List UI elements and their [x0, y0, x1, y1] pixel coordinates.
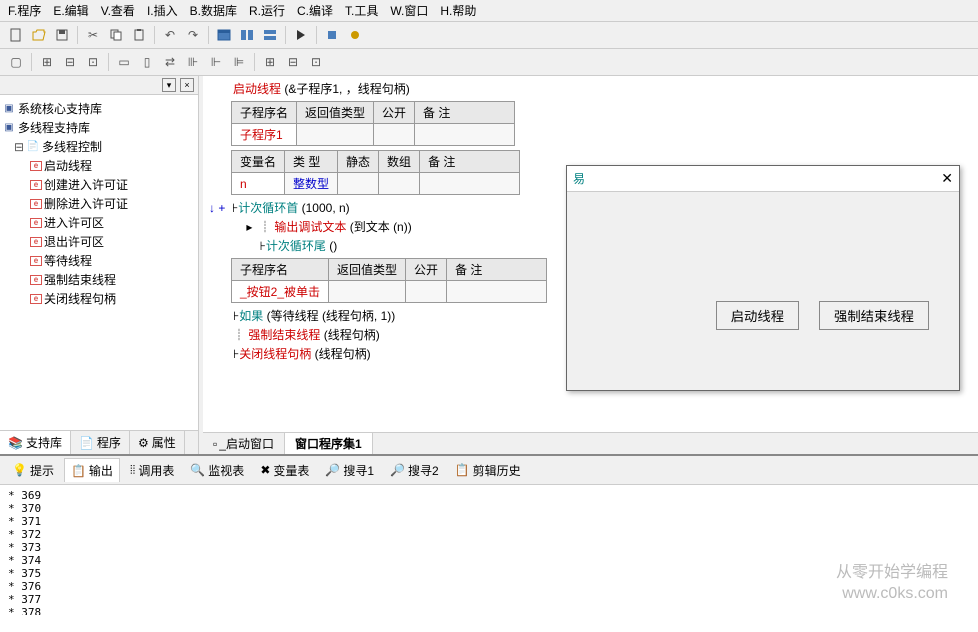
variable-table[interactable]: 变量名类 型静态数组备 注 n整数型 — [231, 150, 520, 195]
preview-body: 启动线程 强制结束线程 — [567, 192, 959, 390]
run-icon[interactable] — [291, 25, 311, 45]
paste-icon[interactable] — [129, 25, 149, 45]
menu-bar: F.程序 E.编辑 V.查看 I.插入 B.数据库 R.运行 C.编译 T.工具… — [0, 0, 978, 22]
tab-search1[interactable]: 🔎搜寻1 — [319, 458, 380, 482]
tab-program[interactable]: 📄程序 — [71, 431, 130, 454]
tree-leaf[interactable]: e创建进入许可证 — [2, 175, 196, 194]
tb2-icon[interactable]: ⊫ — [229, 52, 249, 72]
output-line: * 378 — [8, 606, 970, 615]
tb2-icon[interactable]: ⊞ — [260, 52, 280, 72]
tb2-icon[interactable]: ⇄ — [160, 52, 180, 72]
output-line: * 377 — [8, 593, 970, 606]
window2-icon[interactable] — [237, 25, 257, 45]
tb2-icon[interactable]: ⊪ — [183, 52, 203, 72]
output-body[interactable]: * 369 * 370 * 371 * 372 * 373 * 374 * 37… — [0, 485, 978, 615]
output-line: * 373 — [8, 541, 970, 554]
tb2-icon[interactable]: ⊡ — [83, 52, 103, 72]
menu-view[interactable]: V.查看 — [101, 2, 135, 19]
menu-insert[interactable]: I.插入 — [147, 2, 178, 19]
window3-icon[interactable] — [260, 25, 280, 45]
tree-node[interactable]: ⊟📄多线程控制 — [2, 137, 196, 156]
menu-run[interactable]: R.运行 — [249, 2, 285, 19]
tree-leaf[interactable]: e关闭线程句柄 — [2, 289, 196, 308]
tb2-icon[interactable]: ▢ — [6, 52, 26, 72]
preview-window[interactable]: 易 ✕ 启动线程 强制结束线程 — [566, 165, 960, 391]
output-panel: 💡提示 📋输出 ⦙⦙调用表 🔍监视表 ✖变量表 🔎搜寻1 🔎搜寻2 📋剪辑历史 … — [0, 454, 978, 615]
tree-leaf[interactable]: e删除进入许可证 — [2, 194, 196, 213]
redo-icon[interactable]: ↷ — [183, 25, 203, 45]
menu-window[interactable]: W.窗口 — [390, 2, 428, 19]
main-toolbar: ✂ ↶ ↷ — [0, 22, 978, 49]
output-line: * 370 — [8, 502, 970, 515]
undo-icon[interactable]: ↶ — [160, 25, 180, 45]
start-thread-button[interactable]: 启动线程 — [716, 301, 799, 330]
output-line: * 372 — [8, 528, 970, 541]
output-line: * 375 — [8, 567, 970, 580]
cut-icon[interactable]: ✂ — [83, 25, 103, 45]
menu-tools[interactable]: T.工具 — [345, 2, 378, 19]
tb2-icon[interactable]: ▭ — [114, 52, 134, 72]
tab-search2[interactable]: 🔎搜寻2 — [384, 458, 445, 482]
output-line: * 371 — [8, 515, 970, 528]
stop-icon[interactable] — [322, 25, 342, 45]
menu-compile[interactable]: C.编译 — [297, 2, 333, 19]
menu-database[interactable]: B.数据库 — [190, 2, 237, 19]
menu-help[interactable]: H.帮助 — [440, 2, 476, 19]
preview-titlebar[interactable]: 易 ✕ — [567, 166, 959, 192]
library-tree: ▣系统核心支持库 ▣多线程支持库 ⊟📄多线程控制 e启动线程 e创建进入许可证 … — [0, 95, 198, 430]
panel-dropdown-icon[interactable]: ▾ — [162, 78, 176, 92]
subroutine-table-2[interactable]: 子程序名返回值类型公开备 注 _按钮2_被单击 — [231, 258, 547, 303]
tab-vartable[interactable]: ✖变量表 — [254, 458, 315, 482]
close-icon[interactable]: ✕ — [941, 170, 953, 187]
tab-property[interactable]: ⚙属性 — [130, 431, 185, 454]
tab-clip-history[interactable]: 📋剪辑历史 — [449, 458, 527, 482]
secondary-toolbar: ▢ ⊞ ⊟ ⊡ ▭ ▯ ⇄ ⊪ ⊩ ⊫ ⊞ ⊟ ⊡ — [0, 49, 978, 76]
window1-icon[interactable] — [214, 25, 234, 45]
tab-window-program-set[interactable]: 窗口程序集1 — [285, 433, 373, 454]
menu-edit[interactable]: E.编辑 — [53, 2, 88, 19]
output-line: * 376 — [8, 580, 970, 593]
left-panel: ▾ × ▣系统核心支持库 ▣多线程支持库 ⊟📄多线程控制 e启动线程 e创建进入… — [0, 76, 199, 454]
force-end-thread-button[interactable]: 强制结束线程 — [819, 301, 929, 330]
output-tabs: 💡提示 📋输出 ⦙⦙调用表 🔍监视表 ✖变量表 🔎搜寻1 🔎搜寻2 📋剪辑历史 — [0, 456, 978, 485]
menu-program[interactable]: F.程序 — [8, 2, 41, 19]
tree-leaf[interactable]: e进入许可区 — [2, 213, 196, 232]
new-icon[interactable] — [6, 25, 26, 45]
debug-icon[interactable] — [345, 25, 365, 45]
left-panel-header: ▾ × — [0, 76, 198, 95]
tree-leaf[interactable]: e等待线程 — [2, 251, 196, 270]
tb2-icon[interactable]: ⊡ — [306, 52, 326, 72]
left-panel-tabs: 📚支持库 📄程序 ⚙属性 — [0, 430, 198, 454]
save-icon[interactable] — [52, 25, 72, 45]
output-line: * 374 — [8, 554, 970, 567]
app-icon: 易 — [573, 170, 585, 187]
tree-leaf[interactable]: e退出许可区 — [2, 232, 196, 251]
tb2-icon[interactable]: ▯ — [137, 52, 157, 72]
subroutine-table-1[interactable]: 子程序名返回值类型公开备 注 子程序1 — [231, 101, 515, 146]
output-line: * 369 — [8, 489, 970, 502]
code-tabs: ▫_启动窗口 窗口程序集1 — [203, 432, 978, 454]
tab-tips[interactable]: 💡提示 — [6, 458, 60, 482]
tab-calltable[interactable]: ⦙⦙调用表 — [124, 458, 180, 482]
watermark: 从零开始学编程 www.c0ks.com — [836, 563, 948, 605]
open-icon[interactable] — [29, 25, 49, 45]
panel-close-icon[interactable]: × — [180, 78, 194, 92]
tree-root[interactable]: ▣系统核心支持库 — [2, 99, 196, 118]
tree-leaf[interactable]: e启动线程 — [2, 156, 196, 175]
tb2-icon[interactable]: ⊩ — [206, 52, 226, 72]
tb2-icon[interactable]: ⊟ — [60, 52, 80, 72]
tree-root[interactable]: ▣多线程支持库 — [2, 118, 196, 137]
tb2-icon[interactable]: ⊟ — [283, 52, 303, 72]
tab-support-lib[interactable]: 📚支持库 — [0, 431, 71, 454]
tree-leaf[interactable]: e强制结束线程 — [2, 270, 196, 289]
tab-output[interactable]: 📋输出 — [64, 458, 120, 482]
copy-icon[interactable] — [106, 25, 126, 45]
tb2-icon[interactable]: ⊞ — [37, 52, 57, 72]
tab-watch[interactable]: 🔍监视表 — [184, 458, 250, 482]
tab-startup-window[interactable]: ▫_启动窗口 — [203, 433, 285, 454]
